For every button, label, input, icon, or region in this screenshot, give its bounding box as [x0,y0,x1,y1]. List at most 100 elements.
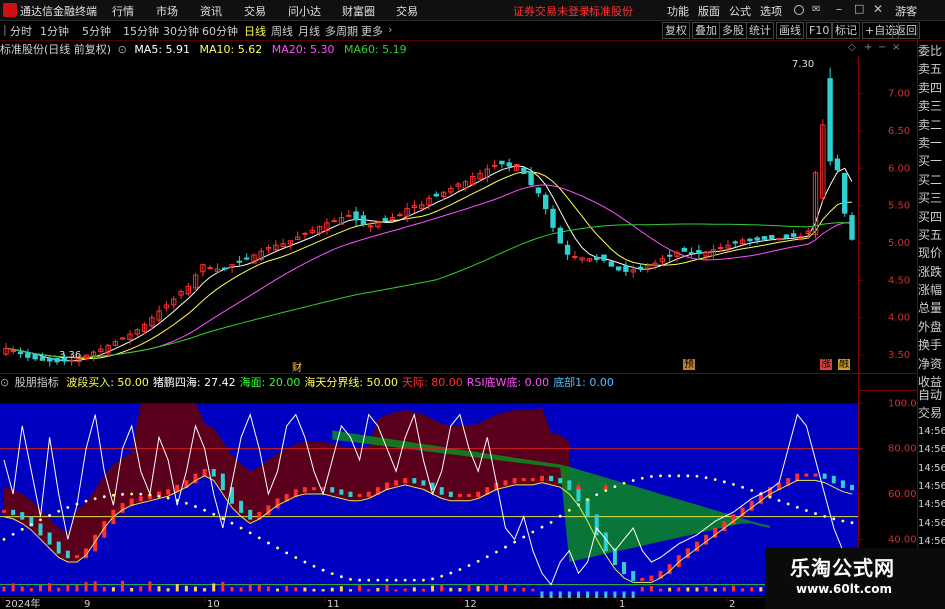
event-rong-badge[interactable]: 融 [838,359,850,370]
event-cai-badge[interactable]: 财 [292,359,302,374]
sidebar-top-item[interactable]: 换手 [918,336,945,354]
histogram-bar [376,587,380,592]
sidebar-bottom-item[interactable]: 14:56 [918,515,945,533]
sidebar-top-item[interactable]: 卖四 [918,79,945,97]
price-tick-label: 4.50 [888,275,910,286]
histogram-bar [102,586,106,592]
signal-dot [823,514,827,518]
sidebar-bottom-item[interactable]: 14:56 [918,460,945,478]
signal-dot [139,492,143,496]
signal-dot [540,525,544,529]
sidebar-top-item[interactable]: 卖五 [918,60,945,78]
candle-body [32,353,38,360]
candle-body [353,211,359,221]
signal-dot [522,535,526,539]
band-segment [348,491,353,497]
indicator-value-1: 猪鹏四海: 27.42 [152,376,236,389]
histogram-bar [38,585,42,592]
candle-body [302,232,308,235]
band-segment [457,493,462,497]
signal-dot [394,578,398,582]
event-yu-badge[interactable]: 预 [683,359,695,370]
candle-body [360,215,367,225]
band-segment [822,473,827,479]
signal-dot [212,512,216,516]
candle-body [747,238,753,242]
signal-dot [130,492,134,496]
sidebar-top-item[interactable]: 买二 [918,171,945,189]
histogram-bar [48,583,52,592]
sidebar-top-item[interactable]: 涨幅 [918,281,945,299]
indicator-settings-icon[interactable]: ⊙ [0,376,9,389]
time-label: 9 [84,599,90,609]
sidebar-top-item[interactable]: 总量 [918,299,945,317]
sidebar-top-item[interactable]: 现价 [918,244,945,262]
sidebar-top-item[interactable]: 买四 [918,208,945,226]
sidebar-top-item[interactable]: 买三 [918,189,945,207]
candle-body [572,255,578,258]
histogram-bar [348,589,352,592]
signal-dot [84,499,88,503]
band-segment [211,469,216,477]
sidebar-bottom-item[interactable]: 14:56 [918,496,945,514]
band-segment [366,491,371,497]
candle-body [17,351,24,355]
histogram-bar [385,584,389,592]
signal-dot [330,572,334,576]
band-segment [521,478,526,482]
histogram-bar [522,587,526,592]
signal-dot [166,496,170,500]
candle-body [754,237,760,241]
sidebar-top-item[interactable]: 买一 [918,152,945,170]
chart-svg[interactable]: 7.00 6.50 6.00 5.50 5.00 4.50 4.00 3.50 100.0 80… [0,0,945,609]
signal-dot [777,499,781,502]
signal-dot [841,519,845,523]
candle-body [666,254,673,257]
signal-dot [595,493,599,497]
candle-body [608,261,615,267]
sidebar-top-item[interactable]: 委比 [918,42,945,60]
sidebar-top-item[interactable]: 买五 [918,226,945,244]
histogram-bar [695,587,699,592]
signal-dot [476,559,480,563]
sidebar-top-item[interactable]: 卖三 [918,97,945,115]
sidebar-bottom-item[interactable]: 14:56 [918,441,945,459]
histogram-bar [257,584,261,592]
band-segment [248,509,253,520]
candle-body [783,234,790,239]
sidebar-top-item[interactable]: 涨跌 [918,263,945,281]
sidebar-top-item[interactable]: 卖二 [918,116,945,134]
signal-dot [613,485,617,489]
histogram-bar [431,585,435,592]
signal-dot [431,577,434,581]
sidebar-top-item[interactable]: 外盘 [918,318,945,336]
sidebar-bottom-item[interactable]: 14:56 [918,423,945,441]
sidebar-top-item[interactable]: 卖一 [918,134,945,152]
signal-dot [203,508,207,512]
candle-body [790,233,797,237]
histogram-bar [248,584,252,592]
signal-dot [713,478,717,481]
time-label: 2024年 [5,597,40,609]
band-segment [558,478,563,484]
band-segment [56,541,61,554]
sidebar-bottom-item[interactable]: 自动 [918,386,945,404]
signal-dot [640,476,644,480]
histogram-bar [631,591,635,598]
watermark-url: www.60lt.com [796,582,893,596]
signal-dot [57,509,61,513]
event-zhang-badge[interactable]: 涨 [820,359,832,370]
indicator-value-5: RSI底W底: 0.00 [466,376,550,389]
candle-body [25,352,31,358]
signal-dot [358,578,362,582]
band-segment [467,493,472,497]
sidebar-top-item[interactable]: 净资 [918,355,945,373]
sidebar-bottom-item[interactable]: 交易 [918,404,945,422]
indicator-header: ⊙ 股朋指标 波段买入: 50.00 猪鹏四海: 27.42 海面: 20.00 海天… [0,374,614,390]
band-segment [357,493,362,497]
signal-dot [722,480,726,484]
sidebar-bottom-item[interactable]: 14:56 [918,478,945,496]
histogram-bar [686,587,690,592]
histogram-bar [677,587,681,592]
histogram-bar [421,588,425,592]
